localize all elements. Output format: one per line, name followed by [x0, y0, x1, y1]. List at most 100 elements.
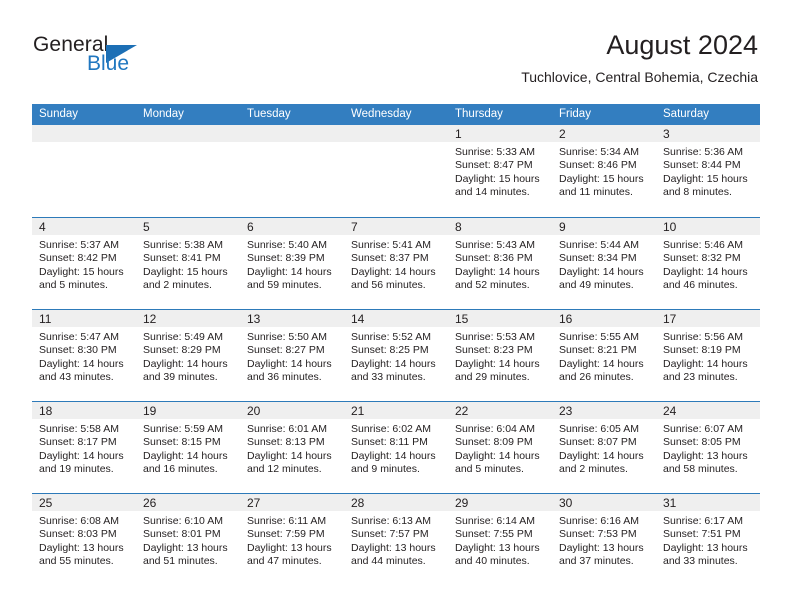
day-number: 4: [39, 220, 46, 234]
sunset-text: Sunset: 8:09 PM: [455, 436, 533, 449]
day-sun-info: Sunrise: 5:43 AM Sunset: 8:36 PM Daylight:…: [448, 235, 552, 293]
day-cell-24[interactable]: 24 Sunrise: 6:07 AM Sunset: 8:05 PM Dayligh…: [656, 402, 760, 493]
day-cell-7[interactable]: 7 Sunrise: 5:41 AM Sunset: 8:37 PM Daylight…: [344, 218, 448, 309]
logo-text-blue: Blue: [87, 52, 130, 75]
day-cell-4[interactable]: 4 Sunrise: 5:37 AM Sunset: 8:42 PM Daylight…: [32, 218, 136, 309]
daylight-text-line1: Daylight: 15 hours: [39, 265, 124, 278]
sunrise-text: Sunrise: 5:37 AM: [39, 239, 119, 251]
sunrise-text: Sunrise: 5:53 AM: [455, 331, 535, 343]
weekday-header-row: Sunday Monday Tuesday Wednesday Thursday Frid…: [32, 104, 760, 125]
day-cell-25[interactable]: 25 Sunrise: 6:08 AM Sunset: 8:03 PM Dayligh…: [32, 494, 136, 585]
daylight-text-line2: and 59 minutes.: [247, 279, 322, 292]
sunset-text: Sunset: 7:53 PM: [559, 528, 637, 541]
daylight-text-line2: and 9 minutes.: [351, 463, 420, 476]
sunset-text: Sunset: 8:07 PM: [559, 436, 637, 449]
daylight-text-line2: and 55 minutes.: [39, 555, 114, 568]
day-cell-14[interactable]: 14 Sunrise: 5:52 AM Sunset: 8:25 PM Dayligh…: [344, 310, 448, 401]
day-cell-31[interactable]: 31 Sunrise: 6:17 AM Sunset: 7:51 PM Dayligh…: [656, 494, 760, 585]
day-number-band: 19: [136, 402, 240, 419]
day-cell-5[interactable]: 5 Sunrise: 5:38 AM Sunset: 8:41 PM Daylight…: [136, 218, 240, 309]
sunrise-text: Sunrise: 5:33 AM: [455, 146, 535, 158]
daylight-text-line1: Daylight: 14 hours: [559, 265, 644, 278]
day-cell-12[interactable]: 12 Sunrise: 5:49 AM Sunset: 8:29 PM Dayligh…: [136, 310, 240, 401]
day-number-band: 1: [448, 125, 552, 142]
day-cell-20[interactable]: 20 Sunrise: 6:01 AM Sunset: 8:13 PM Dayligh…: [240, 402, 344, 493]
daylight-text-line1: Daylight: 14 hours: [247, 265, 332, 278]
sunset-text: Sunset: 8:01 PM: [143, 528, 221, 541]
sunset-text: Sunset: 8:11 PM: [351, 436, 428, 449]
day-cell-18[interactable]: 18 Sunrise: 5:58 AM Sunset: 8:17 PM Dayligh…: [32, 402, 136, 493]
sunset-text: Sunset: 8:37 PM: [351, 252, 429, 265]
sunset-text: Sunset: 8:21 PM: [559, 344, 637, 357]
day-number: 29: [455, 496, 469, 510]
daylight-text-line1: Daylight: 15 hours: [559, 172, 644, 185]
day-cell-3[interactable]: 3 Sunrise: 5:36 AM Sunset: 8:44 PM Daylight…: [656, 125, 760, 217]
day-number: 11: [39, 312, 52, 326]
day-cell-6[interactable]: 6 Sunrise: 5:40 AM Sunset: 8:39 PM Daylight…: [240, 218, 344, 309]
day-number: 19: [143, 404, 157, 418]
day-number-band: [344, 125, 448, 142]
day-cell-10[interactable]: 10 Sunrise: 5:46 AM Sunset: 8:32 PM Dayligh…: [656, 218, 760, 309]
day-cell-8[interactable]: 8 Sunrise: 5:43 AM Sunset: 8:36 PM Daylight…: [448, 218, 552, 309]
day-cell-29[interactable]: 29 Sunrise: 6:14 AM Sunset: 7:55 PM Dayligh…: [448, 494, 552, 585]
sunrise-text: Sunrise: 5:46 AM: [663, 239, 743, 251]
day-cell-19[interactable]: 19 Sunrise: 5:59 AM Sunset: 8:15 PM Dayligh…: [136, 402, 240, 493]
day-number: 10: [663, 220, 677, 234]
day-cell-23[interactable]: 23 Sunrise: 6:05 AM Sunset: 8:07 PM Dayligh…: [552, 402, 656, 493]
day-number: 5: [143, 220, 150, 234]
day-sun-info: Sunrise: 5:58 AM Sunset: 8:17 PM Daylight:…: [32, 419, 136, 477]
sunset-text: Sunset: 8:30 PM: [39, 344, 117, 357]
day-number-band: 25: [32, 494, 136, 511]
day-cell-30[interactable]: 30 Sunrise: 6:16 AM Sunset: 7:53 PM Dayligh…: [552, 494, 656, 585]
day-sun-info: Sunrise: 6:17 AM Sunset: 7:51 PM Daylight:…: [656, 511, 760, 569]
day-sun-info: Sunrise: 5:56 AM Sunset: 8:19 PM Daylight:…: [656, 327, 760, 385]
daylight-text-line2: and 14 minutes.: [455, 186, 530, 199]
day-number-band: 2: [552, 125, 656, 142]
daylight-text-line1: Daylight: 14 hours: [455, 357, 540, 370]
day-cell-16[interactable]: 16 Sunrise: 5:55 AM Sunset: 8:21 PM Dayligh…: [552, 310, 656, 401]
day-cell-1[interactable]: 1 Sunrise: 5:33 AM Sunset: 8:47 PM Daylight…: [448, 125, 552, 217]
day-cell-13[interactable]: 13 Sunrise: 5:50 AM Sunset: 8:27 PM Dayligh…: [240, 310, 344, 401]
day-cell-28[interactable]: 28 Sunrise: 6:13 AM Sunset: 7:57 PM Dayligh…: [344, 494, 448, 585]
sunset-text: Sunset: 8:29 PM: [143, 344, 221, 357]
day-cell-27[interactable]: 27 Sunrise: 6:11 AM Sunset: 7:59 PM Dayligh…: [240, 494, 344, 585]
sunset-text: Sunset: 8:25 PM: [351, 344, 429, 357]
daylight-text-line1: Daylight: 14 hours: [143, 357, 228, 370]
day-sun-info: Sunrise: 5:47 AM Sunset: 8:30 PM Daylight:…: [32, 327, 136, 385]
sunrise-text: Sunrise: 5:34 AM: [559, 146, 639, 158]
weekday-header-saturday: Saturday: [663, 108, 710, 120]
daylight-text-line2: and 40 minutes.: [455, 555, 530, 568]
daylight-text-line2: and 51 minutes.: [143, 555, 218, 568]
day-number: 2: [559, 127, 566, 141]
day-number: 15: [455, 312, 469, 326]
day-number-band: 8: [448, 218, 552, 235]
day-cell-2[interactable]: 2 Sunrise: 5:34 AM Sunset: 8:46 PM Daylight…: [552, 125, 656, 217]
day-number-band: 24: [656, 402, 760, 419]
daylight-text-line2: and 8 minutes.: [663, 186, 732, 199]
daylight-text-line1: Daylight: 14 hours: [39, 449, 124, 462]
sunrise-text: Sunrise: 5:49 AM: [143, 331, 223, 343]
day-cell-22[interactable]: 22 Sunrise: 6:04 AM Sunset: 8:09 PM Dayligh…: [448, 402, 552, 493]
day-sun-info: Sunrise: 5:33 AM Sunset: 8:47 PM Daylight:…: [448, 142, 552, 200]
sunrise-text: Sunrise: 5:47 AM: [39, 331, 119, 343]
day-cell-9[interactable]: 9 Sunrise: 5:44 AM Sunset: 8:34 PM Daylight…: [552, 218, 656, 309]
sunset-text: Sunset: 8:41 PM: [143, 252, 221, 265]
page-header: General Blue August 2024 Tuchlovice, Cen…: [0, 0, 792, 104]
general-blue-logo[interactable]: General Blue: [33, 34, 163, 82]
sunrise-text: Sunrise: 6:05 AM: [559, 423, 639, 435]
day-cell-21[interactable]: 21 Sunrise: 6:02 AM Sunset: 8:11 PM Dayligh…: [344, 402, 448, 493]
day-cell-11[interactable]: 11 Sunrise: 5:47 AM Sunset: 8:30 PM Dayligh…: [32, 310, 136, 401]
day-number-band: 15: [448, 310, 552, 327]
sunset-text: Sunset: 8:23 PM: [455, 344, 533, 357]
day-sun-info: Sunrise: 6:13 AM Sunset: 7:57 PM Daylight:…: [344, 511, 448, 569]
sunset-text: Sunset: 8:46 PM: [559, 159, 637, 172]
day-number: 6: [247, 220, 254, 234]
day-cell-15[interactable]: 15 Sunrise: 5:53 AM Sunset: 8:23 PM Dayligh…: [448, 310, 552, 401]
sunrise-text: Sunrise: 5:40 AM: [247, 239, 327, 251]
calendar-week-row: 4 Sunrise: 5:37 AM Sunset: 8:42 PM Daylight…: [32, 217, 760, 309]
daylight-text-line2: and 5 minutes.: [39, 279, 108, 292]
day-cell-26[interactable]: 26 Sunrise: 6:10 AM Sunset: 8:01 PM Dayligh…: [136, 494, 240, 585]
sunrise-text: Sunrise: 6:04 AM: [455, 423, 535, 435]
day-number: 1: [455, 127, 462, 141]
day-cell-17[interactable]: 17 Sunrise: 5:56 AM Sunset: 8:19 PM Dayligh…: [656, 310, 760, 401]
